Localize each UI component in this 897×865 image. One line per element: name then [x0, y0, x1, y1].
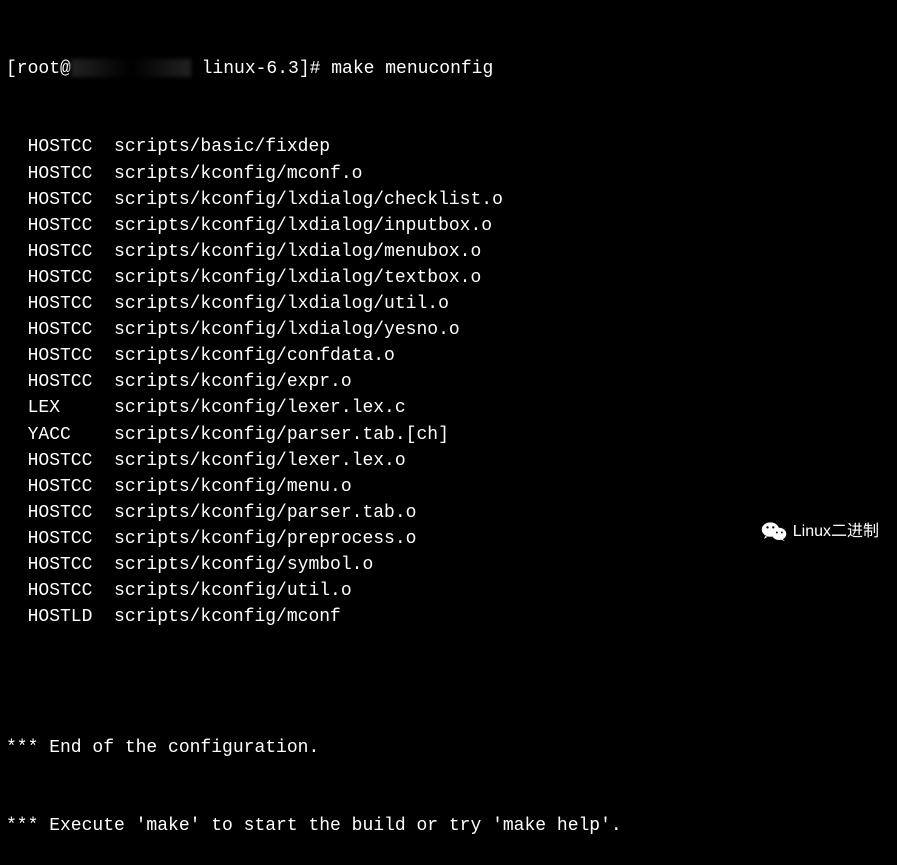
build-line: HOSTCC scripts/kconfig/lxdialog/checklis…: [6, 187, 891, 213]
build-line: HOSTCC scripts/kconfig/mconf.o: [6, 161, 891, 187]
watermark-text: Linux二进制: [793, 520, 879, 543]
shell-prompt-line: [root@ linux-6.3]# make menuconfig: [6, 56, 891, 82]
build-line: HOSTCC scripts/kconfig/menu.o: [6, 474, 891, 500]
build-line: YACC scripts/kconfig/parser.tab.[ch]: [6, 422, 891, 448]
wechat-icon: [761, 520, 787, 542]
build-line: HOSTCC scripts/basic/fixdep: [6, 134, 891, 160]
build-line: HOSTCC scripts/kconfig/lexer.lex.o: [6, 448, 891, 474]
config-end-line: *** End of the configuration.: [6, 735, 891, 761]
build-line: HOSTLD scripts/kconfig/mconf: [6, 604, 891, 630]
redacted-hostname: [71, 59, 191, 77]
build-line: LEX scripts/kconfig/lexer.lex.c: [6, 395, 891, 421]
build-line: HOSTCC scripts/kconfig/parser.tab.o: [6, 500, 891, 526]
build-line: HOSTCC scripts/kconfig/expr.o: [6, 369, 891, 395]
build-line: HOSTCC scripts/kconfig/lxdialog/util.o: [6, 291, 891, 317]
prompt-cwd: linux-6.3]#: [191, 59, 331, 79]
build-output: HOSTCC scripts/basic/fixdep HOSTCC scrip…: [6, 134, 891, 630]
build-line: HOSTCC scripts/kconfig/util.o: [6, 578, 891, 604]
build-line: HOSTCC scripts/kconfig/confdata.o: [6, 343, 891, 369]
terminal-output: [root@ linux-6.3]# make menuconfig HOSTC…: [6, 4, 891, 865]
command-text: make menuconfig: [331, 59, 493, 79]
build-line: HOSTCC scripts/kconfig/lxdialog/textbox.…: [6, 265, 891, 291]
watermark: Linux二进制: [761, 520, 879, 543]
build-line: HOSTCC scripts/kconfig/lxdialog/menubox.…: [6, 239, 891, 265]
build-line: HOSTCC scripts/kconfig/lxdialog/yesno.o: [6, 317, 891, 343]
build-line: HOSTCC scripts/kconfig/lxdialog/inputbox…: [6, 213, 891, 239]
prompt-prefix: [root@: [6, 59, 71, 79]
build-line: HOSTCC scripts/kconfig/symbol.o: [6, 552, 891, 578]
config-hint-line: *** Execute 'make' to start the build or…: [6, 813, 891, 839]
build-line: HOSTCC scripts/kconfig/preprocess.o: [6, 526, 891, 552]
